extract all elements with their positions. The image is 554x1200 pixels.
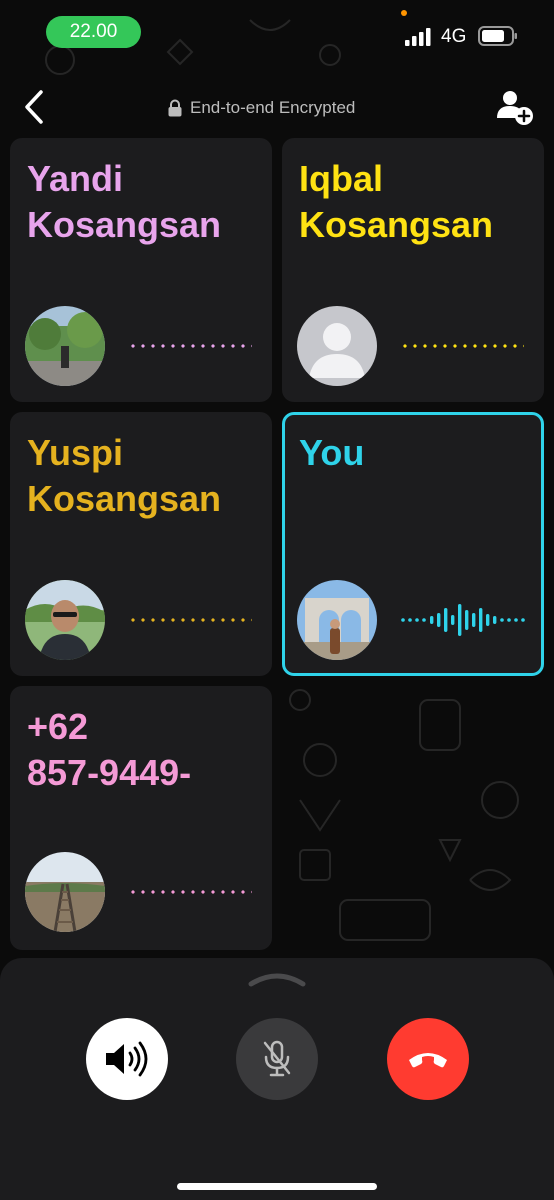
end-call-button[interactable]	[387, 1018, 469, 1100]
idle-indicator	[128, 344, 252, 348]
avatar	[25, 852, 105, 932]
speaking-waveform-icon	[401, 604, 525, 636]
avatar	[297, 580, 377, 660]
encryption-notice: End-to-end Encrypted	[168, 97, 355, 119]
mute-button[interactable]	[236, 1018, 318, 1100]
call-controls-panel	[0, 958, 554, 1200]
avatar	[25, 580, 105, 660]
speaker-button[interactable]	[86, 1018, 168, 1100]
encryption-label: End-to-end Encrypted	[190, 98, 356, 117]
participant-name: +62 857-9449-	[27, 706, 192, 793]
chevron-left-icon	[25, 90, 43, 124]
network-type: 4G	[441, 26, 467, 47]
participant-name: Iqbal Kosangsan	[299, 158, 494, 245]
idle-indicator	[128, 890, 252, 894]
idle-indicator	[400, 344, 524, 348]
participant-name: Yandi Kosangsan	[27, 158, 222, 245]
idle-indicator	[128, 618, 252, 622]
participant-tile[interactable]: Iqbal Kosangsan	[282, 138, 544, 402]
participant-tile[interactable]: +62 857-9449-	[10, 686, 272, 950]
microphone-muted-icon	[263, 1040, 291, 1077]
default-avatar-icon	[297, 306, 377, 386]
avatar	[25, 306, 105, 386]
add-participant-button[interactable]	[496, 88, 534, 126]
battery-icon	[478, 26, 517, 46]
participant-tile-self[interactable]: You	[282, 412, 544, 676]
cellular-signal-icon	[405, 28, 431, 46]
participant-tile[interactable]: Yandi Kosangsan	[10, 138, 272, 402]
back-button[interactable]	[16, 86, 52, 128]
expand-handle-icon[interactable]	[247, 970, 307, 990]
lock-icon	[168, 99, 182, 117]
add-participant-icon	[497, 91, 533, 125]
end-call-icon	[409, 1053, 447, 1068]
speaker-icon	[106, 1041, 148, 1077]
status-bar: 22.00 4G	[0, 0, 554, 70]
privacy-indicator-dot	[401, 10, 407, 16]
home-indicator	[177, 1183, 377, 1190]
participant-tile[interactable]: Yuspi Kosangsan	[10, 412, 272, 676]
participant-name: You	[299, 432, 365, 473]
participant-name: Yuspi Kosangsan	[27, 432, 222, 519]
status-time: 22.00	[46, 16, 141, 48]
